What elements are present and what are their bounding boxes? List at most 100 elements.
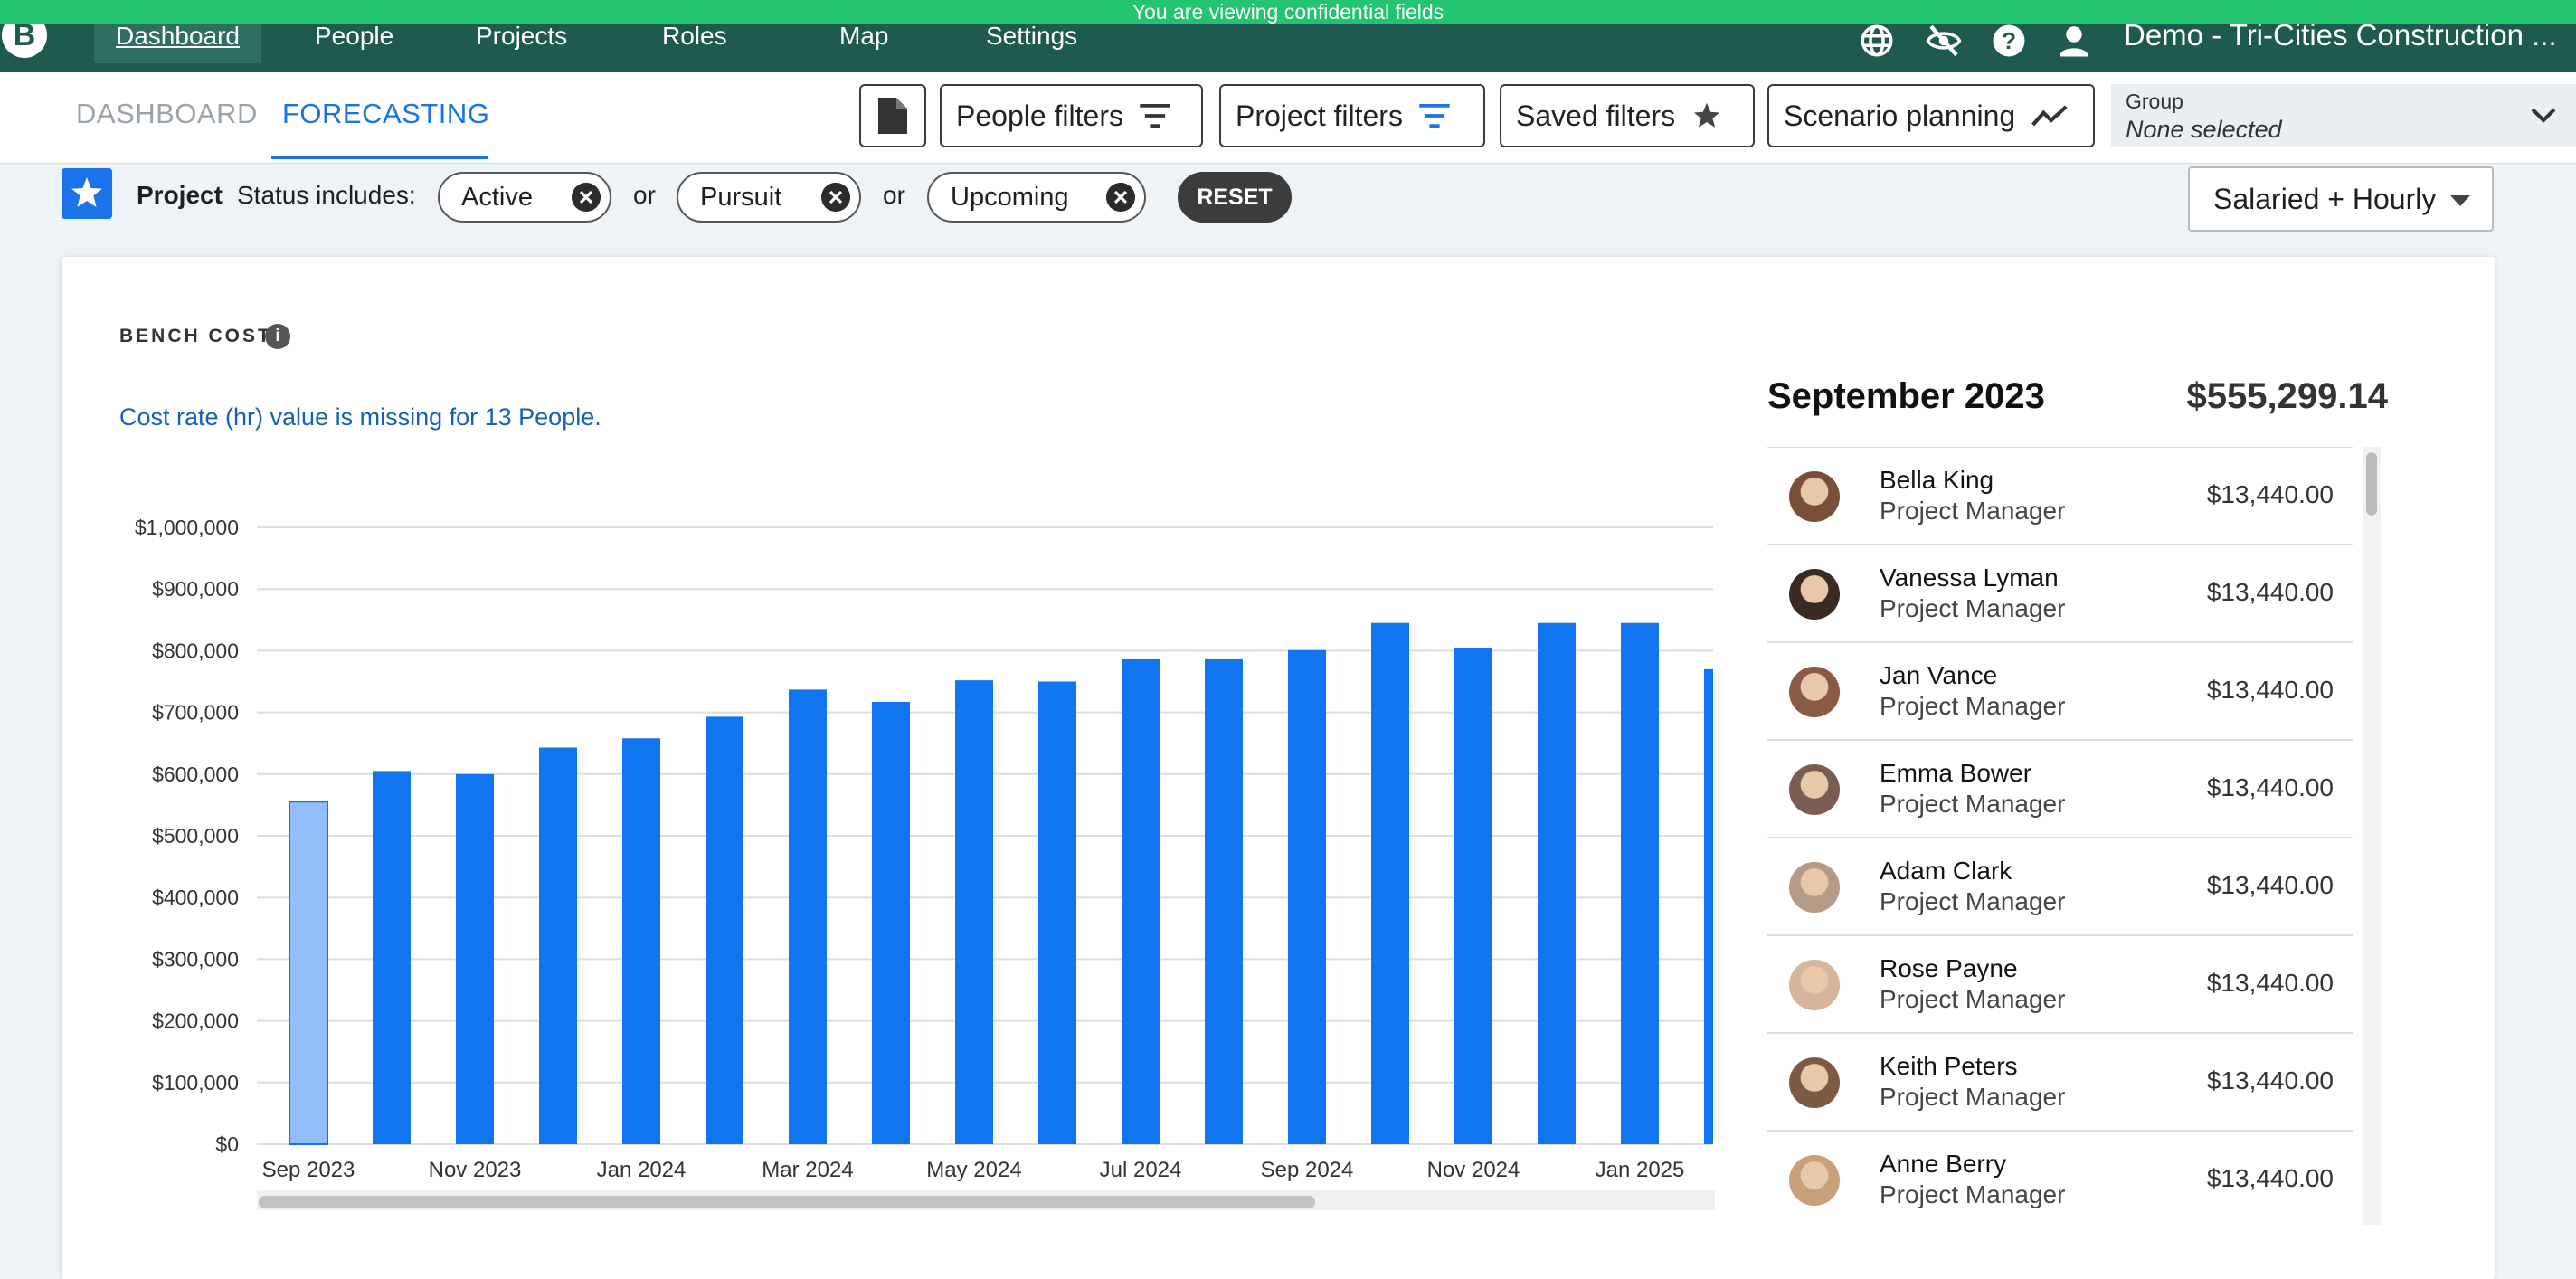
x-tick-label: Sep 2024: [1261, 1158, 1354, 1182]
help-icon[interactable]: ?: [1990, 22, 2028, 60]
person-role: Project Manager: [1880, 692, 2066, 720]
group-label: Group: [2126, 90, 2183, 113]
bar-dec-2023[interactable]: [539, 747, 577, 1144]
people-list-scrollbar[interactable]: [2363, 447, 2381, 1225]
avatar: [1789, 960, 1840, 1010]
bar-nov-2024[interactable]: [1454, 647, 1492, 1144]
confidential-banner: You are viewing confidential fields: [0, 0, 2576, 24]
x-tick-label: May 2024: [926, 1158, 1021, 1182]
person-row[interactable]: Emma Bower Project Manager $13,440.00: [1767, 741, 2353, 838]
person-cost: $13,440.00: [2206, 480, 2334, 508]
bar-sep-2023[interactable]: [289, 801, 328, 1146]
x-tick-label: Jan 2024: [597, 1158, 687, 1182]
caret-down-icon: [2450, 195, 2470, 206]
y-tick-label: $1,000,000: [135, 516, 239, 539]
avatar: [1789, 667, 1840, 717]
x-tick-label: Sep 2023: [262, 1158, 355, 1182]
person-name: Emma Bower: [1880, 759, 2032, 787]
person-cost: $13,440.00: [2206, 773, 2334, 801]
x-tick-label: Nov 2024: [1427, 1158, 1520, 1182]
avatar: [1789, 1155, 1840, 1206]
person-row[interactable]: Anne Berry Project Manager $13,440.00: [1767, 1132, 2353, 1226]
avatar: [1789, 569, 1840, 620]
chevron-down-icon: [2531, 108, 2556, 123]
bar-jan-2024[interactable]: [622, 738, 660, 1144]
avatar: [1789, 471, 1840, 522]
person-name: Adam Clark: [1880, 857, 2012, 885]
person-row[interactable]: Jan Vance Project Manager $13,440.00: [1767, 643, 2353, 741]
person-name: Vanessa Lyman: [1880, 564, 2059, 592]
person-role: Project Manager: [1880, 1180, 2066, 1208]
globe-icon[interactable]: [1858, 22, 1896, 60]
bar-feb-2024[interactable]: [706, 716, 743, 1144]
person-row[interactable]: Vanessa Lyman Project Manager $13,440.00: [1767, 545, 2353, 643]
scenario-planning-button[interactable]: Scenario planning: [1767, 84, 2095, 147]
selected-month: September 2023: [1767, 376, 2045, 416]
x-tick-label: Jul 2024: [1100, 1158, 1182, 1182]
person-role: Project Manager: [1880, 790, 2066, 818]
bar-oct-2024[interactable]: [1371, 622, 1409, 1144]
y-tick-label: $700,000: [152, 701, 239, 725]
person-cost: $13,440.00: [2206, 1066, 2334, 1094]
group-select[interactable]: Group None selected: [2111, 84, 2576, 147]
person-cost: $13,440.00: [2206, 676, 2334, 704]
person-role: Project Manager: [1880, 985, 2066, 1013]
pay-type-value: Salaried + Hourly: [2213, 182, 2437, 215]
trending-icon: [2031, 105, 2068, 127]
y-tick-label: $600,000: [152, 763, 239, 786]
person-role: Project Manager: [1880, 887, 2066, 915]
y-tick-label: $800,000: [152, 639, 239, 662]
y-tick-label: $100,000: [152, 1071, 239, 1094]
y-tick-label: $0: [215, 1132, 239, 1156]
person-row[interactable]: Bella King Project Manager $13,440.00: [1767, 448, 2353, 545]
selected-month-total: $555,299.14: [2186, 376, 2388, 416]
svg-text:?: ?: [2002, 27, 2016, 54]
avatar: [1789, 862, 1840, 913]
y-tick-label: $500,000: [152, 824, 239, 848]
bar-may-2024[interactable]: [955, 680, 993, 1144]
x-tick-label: Jan 2025: [1596, 1158, 1685, 1182]
person-row[interactable]: Rose Payne Project Manager $13,440.00: [1767, 936, 2353, 1034]
y-tick-label: $200,000: [152, 1009, 239, 1033]
person-row[interactable]: Keith Peters Project Manager $13,440.00: [1767, 1034, 2353, 1132]
avatar: [1789, 764, 1840, 815]
person-name: Bella King: [1880, 466, 1994, 494]
person-cost: $13,440.00: [2206, 871, 2334, 899]
bar-aug-2024[interactable]: [1205, 658, 1243, 1144]
person-role: Project Manager: [1880, 497, 2066, 525]
bar-apr-2024[interactable]: [872, 702, 910, 1144]
person-name: Rose Payne: [1880, 954, 2018, 982]
bar-oct-2023[interactable]: [373, 771, 411, 1144]
person-cost: $13,440.00: [2206, 969, 2334, 997]
bar-mar-2024[interactable]: [789, 689, 827, 1144]
person-role: Project Manager: [1880, 1083, 2066, 1111]
bar-sep-2024[interactable]: [1288, 649, 1326, 1144]
person-row[interactable]: Adam Clark Project Manager $13,440.00: [1767, 838, 2353, 936]
bar-jul-2024[interactable]: [1122, 658, 1160, 1144]
y-tick-label: $300,000: [152, 947, 239, 971]
person-role: Project Manager: [1880, 594, 2066, 622]
x-tick-label: Nov 2023: [429, 1158, 522, 1182]
y-tick-label: $900,000: [152, 577, 239, 601]
person-cost: $13,440.00: [2206, 1164, 2334, 1192]
chart-scrollbar-thumb[interactable]: [259, 1196, 1315, 1208]
x-tick-label: Mar 2024: [762, 1158, 853, 1182]
bar-feb-2025[interactable]: [1704, 668, 1713, 1144]
y-tick-label: $400,000: [152, 886, 239, 909]
bar-jun-2024[interactable]: [1038, 681, 1076, 1145]
eye-off-icon[interactable]: [1925, 22, 1963, 60]
person-name: Jan Vance: [1880, 661, 1998, 689]
group-value: None selected: [2126, 116, 2282, 143]
account-icon[interactable]: [2055, 22, 2093, 60]
bench-cost-chart: $0 $100,000 $200,000 $300,000 $400,000 $500,0…: [135, 516, 1713, 1182]
person-name: Keith Peters: [1880, 1052, 2018, 1080]
bar-nov-2023[interactable]: [456, 773, 494, 1144]
scenario-planning-label: Scenario planning: [1784, 99, 2016, 132]
bar-jan-2025[interactable]: [1621, 622, 1659, 1144]
person-name: Anne Berry: [1880, 1150, 2007, 1178]
people-list-scrollbar-thumb[interactable]: [2366, 452, 2377, 516]
people-cost-list: Bella King Project Manager $13,440.00 Vanes…: [1767, 447, 2353, 1226]
pay-type-dropdown[interactable]: Salaried + Hourly: [2188, 166, 2494, 232]
bar-dec-2024[interactable]: [1538, 622, 1576, 1144]
person-cost: $13,440.00: [2206, 578, 2334, 606]
